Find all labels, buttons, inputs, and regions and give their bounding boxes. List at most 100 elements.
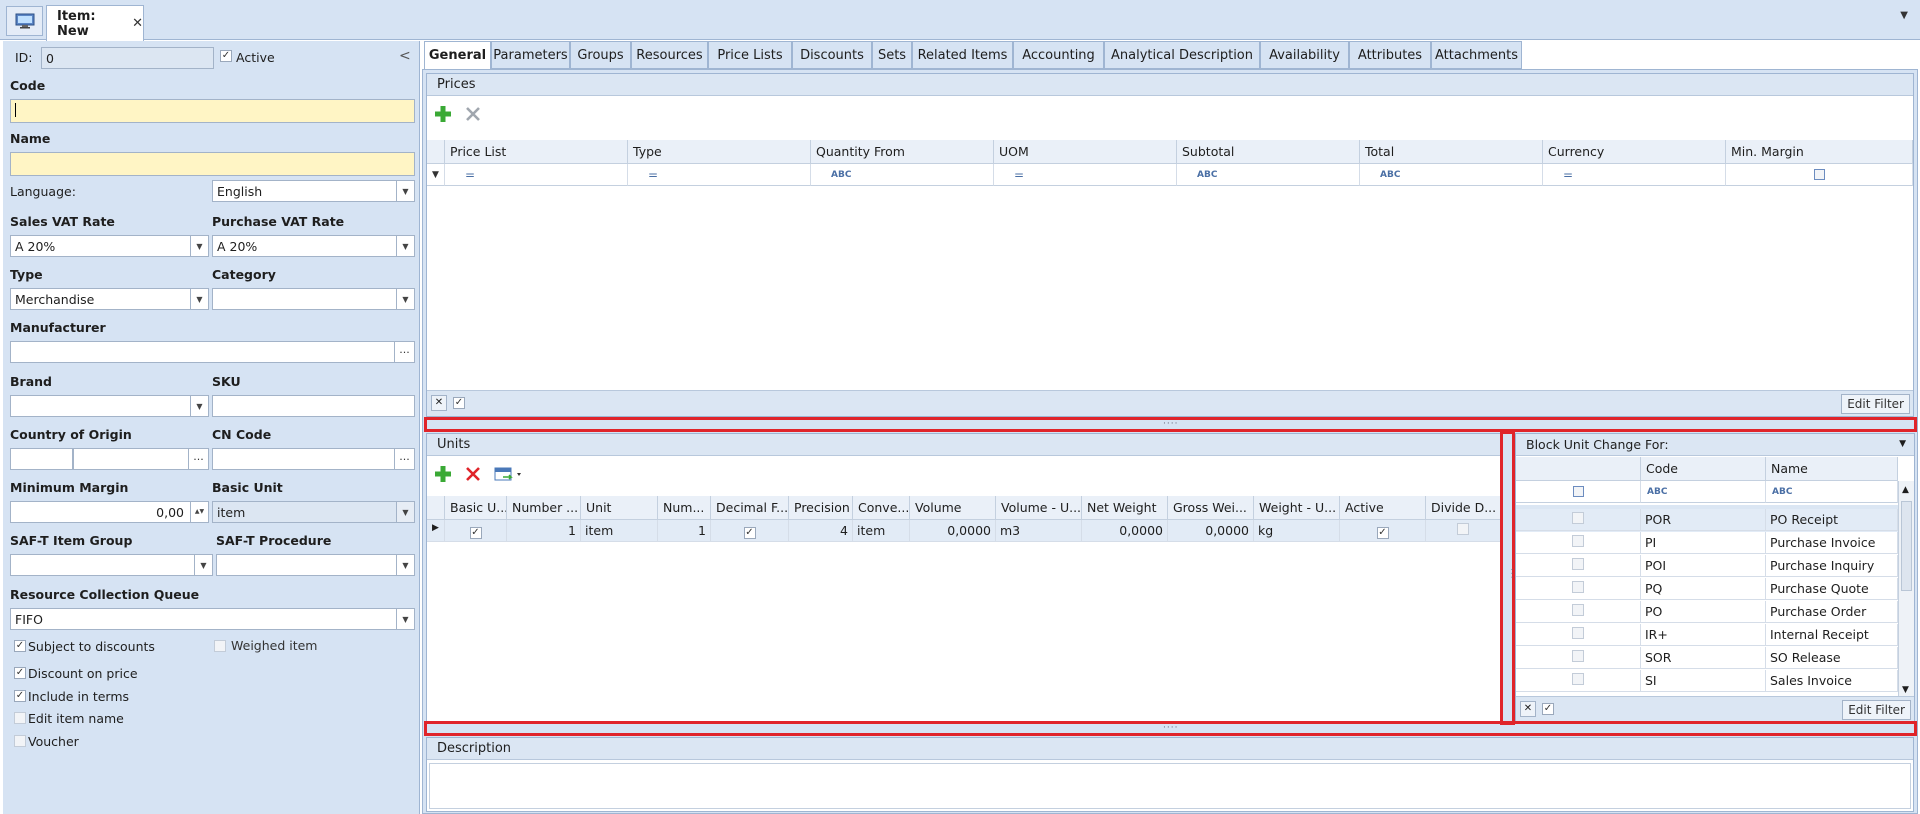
scroll-up-icon[interactable]: ▲ <box>1902 485 1909 495</box>
column-header-weight-unit[interactable]: Weight - U... <box>1254 496 1340 520</box>
row-checkbox[interactable] <box>1572 673 1584 685</box>
column-header-code[interactable]: Code <box>1641 457 1766 481</box>
sales-vat-select[interactable]: A 20% ▼ <box>10 235 209 257</box>
column-header-basic-unit[interactable]: Basic U... <box>445 496 507 520</box>
clear-filter-icon[interactable]: ✕ <box>1520 701 1536 717</box>
column-header-number[interactable]: Number ... <box>507 496 581 520</box>
cell-volume[interactable]: 0,0000 <box>910 520 996 542</box>
tab-accounting[interactable]: Accounting <box>1013 41 1104 69</box>
code-input[interactable] <box>10 99 415 123</box>
row-checkbox[interactable] <box>1572 604 1584 616</box>
voucher-checkbox[interactable] <box>14 735 26 747</box>
tab-attachments[interactable]: Attachments <box>1431 41 1522 69</box>
scrollbar-thumb[interactable] <box>1901 501 1912 591</box>
column-header-unit[interactable]: Unit <box>581 496 658 520</box>
close-icon[interactable]: ✕ <box>132 16 143 31</box>
country-code-input[interactable] <box>10 448 73 470</box>
tab-discounts[interactable]: Discounts <box>792 41 872 69</box>
column-header-total[interactable]: Total <box>1360 140 1543 164</box>
list-item[interactable]: PI Purchase Invoice <box>1516 532 1898 555</box>
filter-cell-select[interactable] <box>1516 481 1641 503</box>
tab-sets[interactable]: Sets <box>872 41 912 69</box>
cell-weight-unit[interactable]: kg <box>1254 520 1340 542</box>
discount-on-price-checkbox[interactable]: ✓ <box>14 667 26 679</box>
tab-resources[interactable]: Resources <box>631 41 708 69</box>
name-input[interactable] <box>10 152 415 176</box>
filter-cell-min-margin[interactable] <box>1726 164 1913 186</box>
cell-precision[interactable]: 4 <box>789 520 853 542</box>
chevron-down-icon[interactable]: ▼ <box>1899 439 1906 449</box>
manufacturer-input[interactable]: ··· <box>10 341 415 363</box>
list-item[interactable]: SI Sales Invoice <box>1516 670 1898 693</box>
tab-parameters[interactable]: Parameters <box>491 41 570 69</box>
purchase-vat-select[interactable]: A 20% ▼ <box>212 235 415 257</box>
chevron-down-icon[interactable]: ▼ <box>190 396 208 416</box>
tab-general[interactable]: General <box>424 41 491 69</box>
column-header-precision[interactable]: Precision <box>789 496 853 520</box>
cell-volume-unit[interactable]: m3 <box>996 520 1082 542</box>
chevron-down-icon[interactable]: ▼ <box>396 609 414 629</box>
row-checkbox[interactable] <box>1572 512 1584 524</box>
cell-numerator[interactable]: 1 <box>658 520 711 542</box>
chevron-down-icon[interactable]: ▼ <box>190 236 208 256</box>
include-in-terms-checkbox[interactable]: ✓ <box>14 690 26 702</box>
chevron-down-icon[interactable]: ▼ <box>396 555 414 575</box>
column-header-net-weight[interactable]: Net Weight <box>1082 496 1168 520</box>
filter-cell-quantity-from[interactable]: ABC <box>811 164 994 186</box>
filter-enabled-checkbox[interactable]: ✓ <box>1542 703 1554 715</box>
filter-cell-name[interactable]: ABC <box>1766 481 1898 503</box>
saft-item-group-select[interactable]: ▼ <box>10 554 213 576</box>
edit-item-name-checkbox[interactable] <box>14 712 26 724</box>
column-header-volume-unit[interactable]: Volume - U... <box>996 496 1082 520</box>
list-item[interactable]: PO Purchase Order <box>1516 601 1898 624</box>
ellipsis-icon[interactable]: ··· <box>394 449 414 469</box>
tab-groups[interactable]: Groups <box>570 41 631 69</box>
spin-icon[interactable]: ▲▼ <box>190 502 208 522</box>
scroll-down-icon[interactable]: ▼ <box>1902 685 1909 695</box>
resource-collection-queue-select[interactable]: FIFO ▼ <box>10 608 415 630</box>
delete-icon[interactable] <box>463 104 483 124</box>
row-checkbox[interactable] <box>1572 535 1584 547</box>
cell-net-weight[interactable]: 0,0000 <box>1082 520 1168 542</box>
filter-cell-subtotal[interactable]: ABC <box>1177 164 1360 186</box>
cell-unit[interactable]: item <box>581 520 658 542</box>
list-item[interactable]: POR PO Receipt <box>1516 509 1898 532</box>
vertical-scrollbar[interactable]: ▲ ▼ <box>1898 481 1914 697</box>
edit-filter-button[interactable]: Edit Filter <box>1841 394 1910 414</box>
country-name-input[interactable]: ··· <box>73 448 209 470</box>
tab-price-lists[interactable]: Price Lists <box>708 41 792 69</box>
row-checkbox[interactable] <box>1572 650 1584 662</box>
ellipsis-icon[interactable]: ··· <box>394 342 414 362</box>
ellipsis-icon[interactable]: ··· <box>188 449 208 469</box>
subject-to-discounts-checkbox[interactable]: ✓ <box>14 640 26 652</box>
row-checkbox[interactable] <box>1572 558 1584 570</box>
filter-cell-price-list[interactable]: = <box>445 164 628 186</box>
cell-divide[interactable] <box>1426 520 1501 542</box>
column-header-subtotal[interactable]: Subtotal <box>1177 140 1360 164</box>
list-item[interactable]: IR+ Internal Receipt <box>1516 624 1898 647</box>
column-header-price-list[interactable]: Price List <box>445 140 628 164</box>
saft-procedure-select[interactable]: ▼ <box>216 554 415 576</box>
filter-cell-uom[interactable]: = <box>994 164 1177 186</box>
filter-cell-type[interactable]: = <box>628 164 811 186</box>
chevron-down-icon[interactable]: ▼ <box>396 181 414 201</box>
list-item[interactable]: PQ Purchase Quote <box>1516 578 1898 601</box>
minimum-margin-input[interactable]: 0,00 ▲▼ <box>10 501 209 523</box>
column-header-quantity-from[interactable]: Quantity From <box>811 140 994 164</box>
description-textarea[interactable] <box>429 763 1911 809</box>
tab-availability[interactable]: Availability <box>1260 41 1349 69</box>
list-item[interactable]: SOR SO Release <box>1516 647 1898 670</box>
cell-gross-weight[interactable]: 0,0000 <box>1168 520 1254 542</box>
weighed-item-checkbox[interactable] <box>214 640 226 652</box>
sku-input[interactable] <box>212 395 415 417</box>
cell-basic-unit[interactable]: ✓ <box>445 520 507 542</box>
column-header-type[interactable]: Type <box>628 140 811 164</box>
list-item[interactable]: POI Purchase Inquiry <box>1516 555 1898 578</box>
column-header-gross-weight[interactable]: Gross Wei... <box>1168 496 1254 520</box>
column-header-volume[interactable]: Volume <box>910 496 996 520</box>
chevron-down-icon[interactable]: ▼ <box>194 555 212 575</box>
cell-active[interactable]: ✓ <box>1340 520 1426 542</box>
brand-select[interactable]: ▼ <box>10 395 209 417</box>
column-header-currency[interactable]: Currency <box>1543 140 1726 164</box>
chevron-down-icon[interactable]: ▼ <box>1900 10 1908 21</box>
